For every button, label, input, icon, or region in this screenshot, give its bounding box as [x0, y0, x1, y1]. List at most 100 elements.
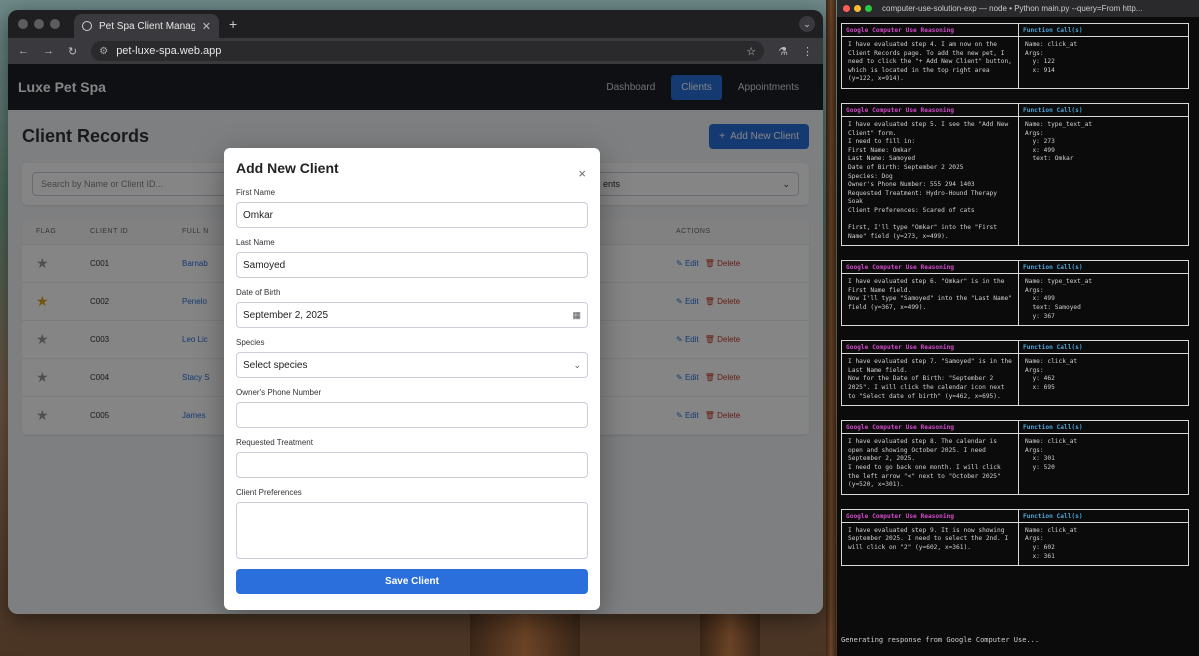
- desktop-wallpaper-trunk: [470, 614, 580, 656]
- reasoning-panel: Google Computer Use Reasoning Function Ca…: [841, 340, 1189, 407]
- reasoning-text: I have evaluated step 6. "Omkar" is in t…: [842, 274, 1019, 326]
- last-name-value: Samoyed: [243, 259, 286, 271]
- panel-header: Google Computer Use Reasoning Function Ca…: [842, 103, 1188, 117]
- add-client-modal: Add New Client × First Name Omkar Last N…: [224, 148, 600, 610]
- calls-header: Function Call(s): [1023, 424, 1083, 432]
- reasoning-text: I have evaluated step 7. "Samoyed" is in…: [842, 354, 1019, 406]
- tab-title: Pet Spa Client Management: [99, 20, 195, 32]
- globe-icon: [82, 21, 92, 31]
- first-name-field[interactable]: Omkar: [236, 202, 588, 228]
- site-info-icon[interactable]: ⚙: [99, 46, 108, 57]
- minimize-window-button[interactable]: [34, 19, 44, 29]
- reasoning-panel: Google Computer Use Reasoning Function Ca…: [841, 260, 1189, 327]
- calls-header: Function Call(s): [1023, 27, 1083, 34]
- minimize-window-button[interactable]: [854, 5, 861, 12]
- function-call-text: Name: type_text_at Args: y: 273 x: 499 t…: [1025, 120, 1093, 163]
- reasoning-text: I have evaluated step 5. I see the "Add …: [842, 116, 1019, 246]
- address-bar-row: ← → ↻ ⚙ pet-luxe-spa.web.app ☆ ⚗ ⋮: [8, 38, 823, 64]
- reasoning-text: I have evaluated step 9. It is now showi…: [842, 522, 1019, 566]
- last-name-field[interactable]: Samoyed: [236, 252, 588, 278]
- panel-header: Google Computer Use Reasoning Function Ca…: [842, 24, 1188, 37]
- last-name-label: Last Name: [236, 238, 275, 247]
- desktop-wallpaper-trunk: [826, 0, 836, 656]
- first-name-value: Omkar: [243, 209, 273, 221]
- dob-label: Date of Birth: [236, 288, 281, 297]
- panel-header: Google Computer Use Reasoning Function Ca…: [842, 421, 1188, 435]
- species-label: Species: [236, 338, 265, 347]
- reasoning-panel: Google Computer Use Reasoning Function Ca…: [841, 508, 1189, 567]
- reasoning-text: I have evaluated step 4. I am now on the…: [842, 37, 1019, 88]
- modal-title: Add New Client: [236, 160, 339, 176]
- reasoning-header: Google Computer Use Reasoning: [842, 261, 1019, 274]
- panel-body: I have evaluated step 6. "Omkar" is in t…: [842, 274, 1188, 326]
- maximize-window-button[interactable]: [50, 19, 60, 29]
- treatment-field[interactable]: [236, 452, 588, 478]
- close-tab-icon[interactable]: ✕: [202, 20, 211, 33]
- terminal-window: computer-use-solution-exp — node • Pytho…: [837, 0, 1199, 656]
- panel-body: I have evaluated step 4. I am now on the…: [842, 37, 1188, 88]
- save-client-button[interactable]: Save Client: [236, 569, 588, 594]
- panel-header: Google Computer Use Reasoning Function Ca…: [842, 261, 1188, 275]
- new-tab-button[interactable]: +: [229, 16, 237, 32]
- reasoning-header: Google Computer Use Reasoning: [842, 509, 1019, 522]
- calls-header: Function Call(s): [1023, 344, 1083, 352]
- browser-tab[interactable]: Pet Spa Client Management ✕: [74, 14, 219, 38]
- reasoning-header: Google Computer Use Reasoning: [842, 341, 1019, 354]
- terminal-titlebar: computer-use-solution-exp — node • Pytho…: [837, 0, 1199, 17]
- close-modal-icon[interactable]: ×: [578, 166, 586, 181]
- first-name-label: First Name: [236, 188, 276, 197]
- bookmark-star-icon[interactable]: ☆: [746, 45, 756, 58]
- dob-field[interactable]: September 2, 2025 ▦: [236, 302, 588, 328]
- browser-menu-icon[interactable]: ⋮: [802, 45, 813, 58]
- url-field[interactable]: ⚙ pet-luxe-spa.web.app ☆: [91, 41, 765, 61]
- species-select[interactable]: Select species ⌄: [236, 352, 588, 378]
- reasoning-header: Google Computer Use Reasoning: [842, 24, 1019, 36]
- reasoning-header: Google Computer Use Reasoning: [842, 421, 1019, 434]
- preferences-textarea[interactable]: [236, 502, 588, 559]
- browser-window: Pet Spa Client Management ✕ + ⌄ ← → ↻ ⚙ …: [8, 10, 823, 614]
- function-call-text: Name: type_text_at Args: x: 499 text: Sa…: [1025, 278, 1093, 320]
- chevron-down-icon: ⌄: [573, 359, 581, 370]
- terminal-title: computer-use-solution-exp — node • Pytho…: [882, 4, 1143, 13]
- panel-body: I have evaluated step 7. "Samoyed" is in…: [842, 354, 1188, 406]
- preferences-label: Client Preferences: [236, 488, 302, 497]
- back-arrow-icon[interactable]: ←: [18, 45, 29, 57]
- tab-search-icon[interactable]: ⌄: [799, 16, 815, 32]
- reasoning-text: I have evaluated step 8. The calendar is…: [842, 434, 1019, 494]
- calendar-icon[interactable]: ▦: [572, 310, 581, 321]
- forward-arrow-icon[interactable]: →: [43, 45, 54, 57]
- reload-icon[interactable]: ↻: [68, 45, 77, 58]
- reasoning-panel: Google Computer Use Reasoning Function Ca…: [841, 23, 1189, 89]
- close-window-button[interactable]: [18, 19, 28, 29]
- calls-header: Function Call(s): [1023, 512, 1083, 520]
- tab-strip: Pet Spa Client Management ✕ + ⌄: [8, 10, 823, 38]
- phone-label: Owner's Phone Number: [236, 388, 322, 397]
- maximize-window-button[interactable]: [865, 5, 872, 12]
- calls-header: Function Call(s): [1023, 106, 1083, 114]
- window-controls: [18, 19, 60, 29]
- panel-body: I have evaluated step 5. I see the "Add …: [842, 116, 1188, 246]
- terminal-status-line: Generating response from Google Computer…: [841, 636, 1040, 644]
- reasoning-panel: Google Computer Use Reasoning Function Ca…: [841, 420, 1189, 495]
- reasoning-header: Google Computer Use Reasoning: [842, 103, 1019, 116]
- function-call-text: Name: click_at Args: x: 301 y: 520: [1025, 438, 1078, 471]
- reasoning-panel: Google Computer Use Reasoning Function Ca…: [841, 102, 1189, 247]
- terminal-log: Google Computer Use Reasoning Function Ca…: [837, 17, 1199, 567]
- lab-flask-icon[interactable]: ⚗: [778, 45, 788, 58]
- function-call-text: Name: click_at Args: y: 462 x: 695: [1025, 358, 1078, 392]
- url-text: pet-luxe-spa.web.app: [116, 45, 222, 57]
- calls-header: Function Call(s): [1023, 264, 1083, 272]
- phone-field[interactable]: [236, 402, 588, 428]
- panel-body: I have evaluated step 9. It is now showi…: [842, 522, 1188, 566]
- close-window-button[interactable]: [843, 5, 850, 12]
- treatment-label: Requested Treatment: [236, 438, 313, 447]
- page-viewport: Luxe Pet Spa Dashboard Clients Appointme…: [8, 64, 823, 614]
- panel-body: I have evaluated step 8. The calendar is…: [842, 434, 1188, 494]
- desktop-wallpaper-trunk: [700, 614, 760, 656]
- panel-header: Google Computer Use Reasoning Function Ca…: [842, 341, 1188, 355]
- species-value: Select species: [243, 359, 308, 371]
- panel-header: Google Computer Use Reasoning Function Ca…: [842, 509, 1188, 523]
- function-call-text: Name: click_at Args: y: 602 x: 361: [1025, 526, 1078, 560]
- dob-value: September 2, 2025: [243, 309, 329, 321]
- function-call-text: Name: click_at Args: y: 122 x: 914: [1025, 41, 1078, 74]
